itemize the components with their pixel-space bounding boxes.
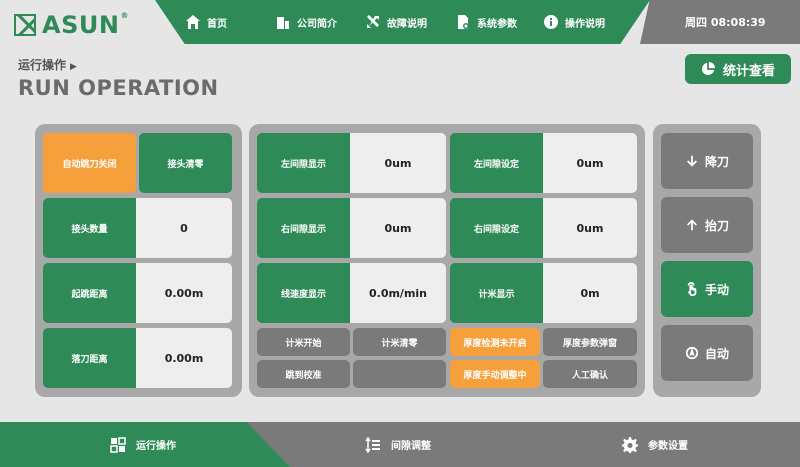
left-gap-setting-label: 左间隙设定 bbox=[450, 133, 543, 193]
gear-icon bbox=[622, 436, 638, 453]
meter-display-label: 计米显示 bbox=[450, 263, 543, 323]
info-icon bbox=[544, 15, 558, 29]
right-panel: 降刀 抬刀 手动 自动 bbox=[653, 124, 761, 397]
logo: ASUN® bbox=[14, 11, 134, 39]
drop-distance-value[interactable]: 0.00m bbox=[136, 328, 232, 388]
joint-count-label: 接头数量 bbox=[43, 198, 136, 258]
document-gear-icon bbox=[458, 15, 469, 29]
stats-view-button[interactable]: 统计查看 bbox=[685, 54, 791, 84]
adjust-icon bbox=[365, 436, 380, 453]
manual-confirm-button[interactable]: 人工确认 bbox=[543, 360, 637, 388]
meter-start-button[interactable]: 计米开始 bbox=[257, 328, 350, 356]
run-icon bbox=[110, 436, 126, 453]
auto-mode-button[interactable]: 自动 bbox=[661, 325, 753, 381]
building-icon bbox=[277, 17, 289, 29]
right-gap-display-value: 0um bbox=[350, 198, 446, 258]
page-title: RUN OPERATION bbox=[18, 76, 219, 100]
right-gap-setting-label: 右间隙设定 bbox=[450, 198, 543, 258]
jump-distance-label: 起跳距离 bbox=[43, 263, 136, 323]
meter-clear-button[interactable]: 计米清零 bbox=[353, 328, 446, 356]
logo-mark-icon bbox=[14, 14, 36, 36]
left-gap-setting-value[interactable]: 0um bbox=[543, 133, 637, 193]
line-speed-label: 线速度显示 bbox=[257, 263, 350, 323]
arrow-up-icon bbox=[686, 219, 697, 231]
left-gap-display-label: 左间隙显示 bbox=[257, 133, 350, 193]
bottom-nav-gap[interactable]: 间隙调整 bbox=[365, 422, 431, 467]
nav-home[interactable]: 首页 bbox=[185, 14, 275, 30]
jump-distance-value[interactable]: 0.00m bbox=[136, 263, 232, 323]
thickness-params-button[interactable]: 厚度参数弹窗 bbox=[543, 328, 637, 356]
nav-instructions[interactable]: 操作说明 bbox=[543, 14, 633, 30]
thickness-detect-button[interactable]: 厚度检测未开启 bbox=[450, 328, 540, 356]
thickness-manual-button[interactable]: 厚度手动调整中 bbox=[450, 360, 540, 388]
joint-count-value: 0 bbox=[136, 198, 232, 258]
tools-icon bbox=[367, 15, 379, 28]
jump-calibrate-button[interactable]: 跳到校准 bbox=[257, 360, 350, 388]
auto-jump-toggle-button[interactable]: 自动跳刀关闭 bbox=[43, 133, 136, 193]
right-gap-display-label: 右间隙显示 bbox=[257, 198, 350, 258]
nav-fault[interactable]: 故障说明 bbox=[365, 14, 455, 30]
logo-text: ASUN® bbox=[42, 11, 129, 39]
right-gap-setting-value[interactable]: 0um bbox=[543, 198, 637, 258]
line-speed-value: 0.0m/min bbox=[350, 263, 446, 323]
auto-icon bbox=[685, 346, 699, 360]
breadcrumb-arrow-icon: ▶ bbox=[70, 62, 77, 72]
breadcrumb: 运行操作 ▶ bbox=[18, 58, 77, 72]
manual-mode-button[interactable]: 手动 bbox=[661, 261, 753, 317]
joint-clear-button[interactable]: 接头清零 bbox=[139, 133, 232, 193]
middle-panel: 左间隙显示 0um 左间隙设定 0um 右间隙显示 0um 右间隙设定 0um … bbox=[249, 124, 645, 397]
hand-icon bbox=[687, 282, 697, 296]
left-gap-display-value: 0um bbox=[350, 133, 446, 193]
drop-distance-label: 落刀距离 bbox=[43, 328, 136, 388]
pie-chart-icon bbox=[701, 62, 715, 76]
nav-company[interactable]: 公司简介 bbox=[275, 14, 365, 30]
nav-system[interactable]: 系统参数 bbox=[455, 14, 543, 30]
bottom-nav-run[interactable]: 运行操作 bbox=[110, 422, 176, 467]
bottom-nav-params[interactable]: 参数设置 bbox=[622, 422, 688, 467]
clock: 周四 08:08:39 bbox=[685, 16, 766, 29]
home-icon bbox=[186, 15, 200, 29]
raise-blade-button[interactable]: 抬刀 bbox=[661, 197, 753, 253]
lower-blade-button[interactable]: 降刀 bbox=[661, 133, 753, 189]
top-nav: 首页 公司简介 故障说明 系统参数 操作说明 bbox=[185, 0, 633, 44]
blank-button[interactable] bbox=[353, 360, 446, 388]
meter-display-value: 0m bbox=[543, 263, 637, 323]
left-panel: 自动跳刀关闭 接头清零 接头数量 0 起跳距离 0.00m 落刀距离 0.00m bbox=[35, 124, 242, 397]
arrow-down-icon bbox=[686, 155, 697, 167]
